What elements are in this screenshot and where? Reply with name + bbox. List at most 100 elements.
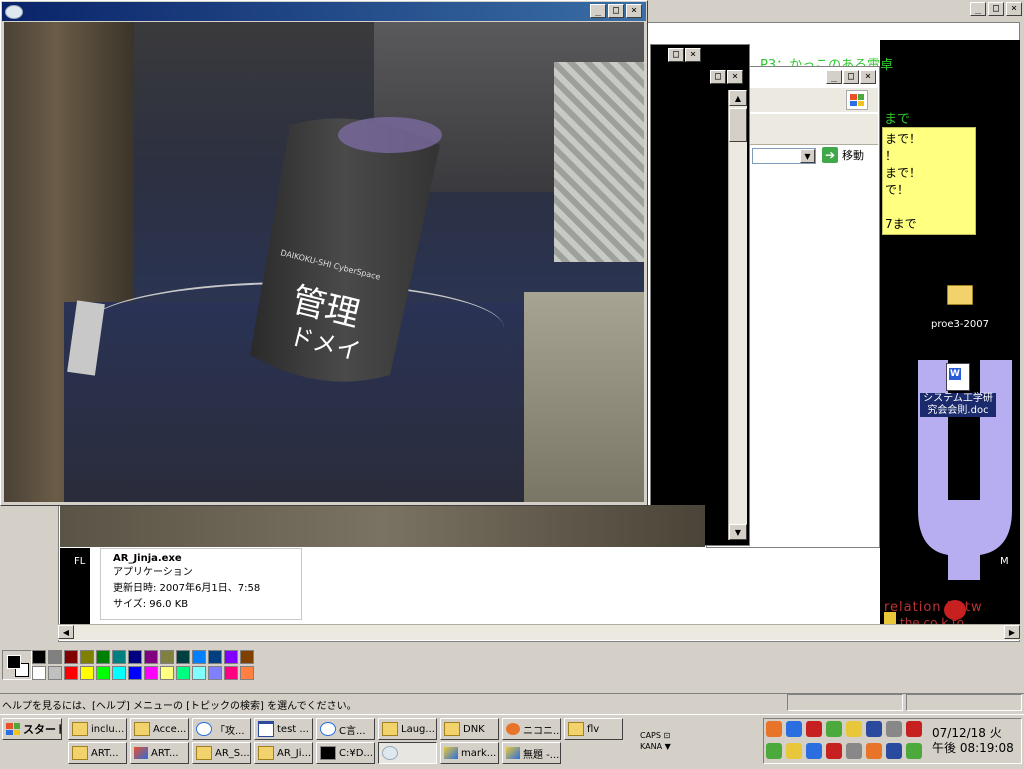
word-doc-icon: W [946, 363, 970, 391]
palette-color-swatch[interactable] [64, 666, 78, 680]
maximize-button[interactable]: □ [988, 2, 1004, 16]
palette-color-swatch[interactable] [80, 666, 94, 680]
current-colors[interactable] [2, 650, 32, 680]
taskbar-button[interactable]: inclu... [68, 718, 127, 740]
ar-window-titlebar[interactable] [2, 2, 646, 21]
tray-icon[interactable] [786, 721, 802, 737]
palette-color-swatch[interactable] [224, 666, 238, 680]
taskbar-button[interactable]: ニコニ... [502, 718, 561, 740]
file-type: アプリケーション [113, 567, 193, 578]
tray-icon[interactable] [806, 721, 822, 737]
minimize-button[interactable]: _ [590, 4, 606, 18]
tray-icon[interactable] [906, 721, 922, 737]
tray-icon[interactable] [906, 743, 922, 759]
fabric-right [554, 62, 644, 262]
taskbar-button[interactable]: AR_Ji... [254, 742, 313, 764]
desktop-yellow-icon[interactable] [884, 612, 896, 624]
palette-color-swatch[interactable] [128, 666, 142, 680]
palette-color-swatch[interactable] [208, 666, 222, 680]
palette-color-swatch[interactable] [192, 650, 206, 664]
scroll-thumb[interactable] [729, 108, 747, 142]
taskbar-button[interactable]: 無題 -... [502, 742, 561, 764]
scroll-right-button[interactable]: ▶ [1004, 625, 1020, 639]
palette-color-swatch[interactable] [96, 650, 110, 664]
clock[interactable]: 07/12/18 火 午後 08:19:08 [932, 726, 1014, 756]
palette-color-swatch[interactable] [112, 650, 126, 664]
tray-icon[interactable] [806, 743, 822, 759]
close-button[interactable]: × [626, 4, 642, 18]
taskbar-button[interactable]: DNK [440, 718, 499, 740]
horizontal-scrollbar[interactable]: ◀ ▶ [58, 624, 1020, 640]
palette-color-swatch[interactable] [96, 666, 110, 680]
taskbar-button[interactable]: test ... [254, 718, 313, 740]
close-button[interactable]: × [685, 48, 701, 62]
tray-icon[interactable] [846, 743, 862, 759]
palette-color-swatch[interactable] [48, 650, 62, 664]
scroll-up-button[interactable]: ▲ [729, 90, 747, 106]
maximize-button[interactable]: □ [668, 48, 684, 62]
start-button[interactable]: スタート [2, 718, 62, 740]
maximize-button[interactable]: □ [608, 4, 624, 18]
palette-color-swatch[interactable] [176, 650, 190, 664]
palette-color-swatch[interactable] [224, 650, 238, 664]
tray-icon[interactable] [826, 743, 842, 759]
taskbar-button[interactable]: 「攻... [192, 718, 251, 740]
palette-color-swatch[interactable] [32, 650, 46, 664]
maximize-button[interactable]: □ [843, 70, 859, 84]
address-dropdown-arrow[interactable]: ▼ [800, 149, 815, 163]
vertical-scrollbar[interactable]: ▲ ▼ [728, 90, 747, 540]
minimize-button[interactable]: _ [970, 2, 986, 16]
tray-icon[interactable] [886, 721, 902, 737]
scroll-down-button[interactable]: ▼ [729, 524, 747, 540]
palette-color-swatch[interactable] [128, 650, 142, 664]
desktop-folder[interactable]: proe3-2007 [924, 285, 996, 330]
palette-color-swatch[interactable] [240, 650, 254, 664]
palette-color-swatch[interactable] [64, 650, 78, 664]
taskbar-button[interactable]: C:¥D... [316, 742, 375, 764]
close-button[interactable]: × [1006, 2, 1022, 16]
taskbar-button-label: mark... [461, 747, 497, 759]
minimize-button[interactable]: _ [826, 70, 842, 84]
taskbar-button[interactable]: Acce... [130, 718, 189, 740]
taskbar-button[interactable]: flv [564, 718, 623, 740]
palette-color-swatch[interactable] [144, 666, 158, 680]
ime-indicator[interactable]: CAPS ⊡ KANA ▼ [640, 730, 671, 752]
taskbar-button[interactable]: ART... [68, 742, 127, 764]
taskbar-button[interactable]: mark... [440, 742, 499, 764]
palette-color-swatch[interactable] [144, 650, 158, 664]
palette-color-swatch[interactable] [48, 666, 62, 680]
taskbar-button[interactable]: ART... [130, 742, 189, 764]
tray-icon[interactable] [786, 743, 802, 759]
tray-icon[interactable] [766, 743, 782, 759]
tray-icon[interactable] [826, 721, 842, 737]
tray-icon[interactable] [866, 721, 882, 737]
taskbar-button[interactable] [378, 742, 437, 764]
go-arrow-icon: ➔ [822, 147, 838, 163]
scroll-left-button[interactable]: ◀ [58, 625, 74, 639]
palette-color-swatch[interactable] [32, 666, 46, 680]
close-button[interactable]: × [727, 70, 743, 84]
fl-label: FL [74, 556, 86, 567]
tray-icon[interactable] [846, 721, 862, 737]
maximize-button[interactable]: □ [710, 70, 726, 84]
palette-color-swatch[interactable] [112, 666, 126, 680]
palette-color-swatch[interactable] [160, 650, 174, 664]
tray-icon[interactable] [766, 721, 782, 737]
taskbar-button[interactable]: C言... [316, 718, 375, 740]
palette-color-swatch[interactable] [208, 650, 222, 664]
desktop-doc[interactable]: W システム工学研 究会会則.doc [920, 363, 996, 417]
palette-color-swatch[interactable] [160, 666, 174, 680]
tray-icon[interactable] [886, 743, 902, 759]
taskbar-button[interactable]: Laug... [378, 718, 437, 740]
tray-icon[interactable] [866, 743, 882, 759]
palette-color-swatch[interactable] [240, 666, 254, 680]
palette-color-swatch[interactable] [80, 650, 94, 664]
sticky-line: で！ [885, 183, 910, 197]
taskbar-button-label: Acce... [153, 723, 187, 735]
palette-color-swatch[interactable] [192, 666, 206, 680]
palette-color-swatch[interactable] [176, 666, 190, 680]
go-button[interactable]: ➔ 移動 [822, 147, 864, 163]
taskbar-button[interactable]: AR_S... [192, 742, 251, 764]
close-button[interactable]: × [860, 70, 876, 84]
desktop-red-icon[interactable] [944, 600, 966, 620]
